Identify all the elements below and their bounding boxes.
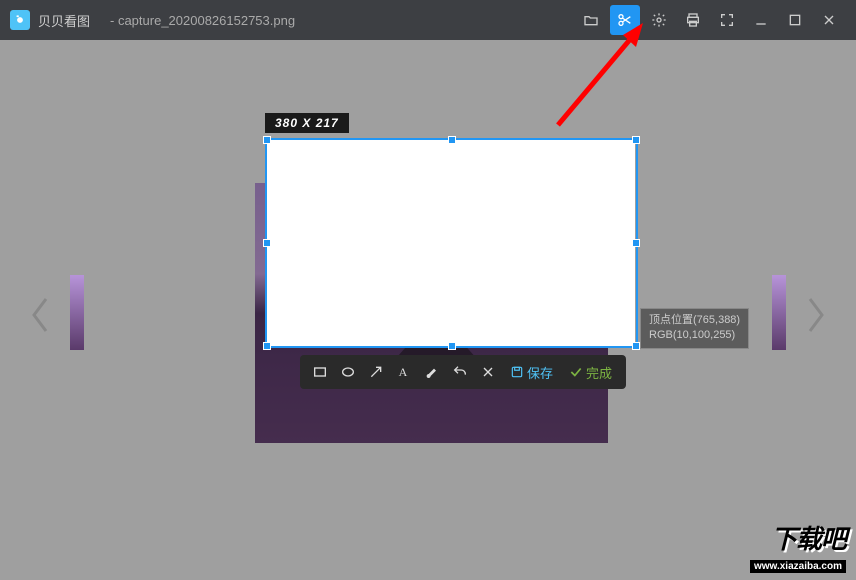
- print-button[interactable]: [678, 5, 708, 35]
- resize-handle-tr[interactable]: [632, 136, 640, 144]
- svg-text:A: A: [399, 365, 408, 379]
- minimize-button[interactable]: [746, 5, 776, 35]
- watermark-text: 下载吧: [750, 519, 846, 556]
- titlebar: 贝贝看图 - capture_20200826152753.png: [0, 0, 856, 40]
- resize-handle-bl[interactable]: [263, 342, 271, 350]
- pixel-rgb: RGB(10,100,255): [649, 328, 740, 343]
- arrow-tool-button[interactable]: [364, 360, 388, 384]
- watermark: 下载吧 www.xiazaiba.com: [750, 519, 846, 574]
- pixel-info-tooltip: 顶点位置(765,388) RGB(10,100,255): [640, 308, 749, 349]
- resize-handle-ml[interactable]: [263, 239, 271, 247]
- maximize-button[interactable]: [780, 5, 810, 35]
- prev-image-button[interactable]: [20, 290, 60, 340]
- crop-action-bar: A 保存 完成: [300, 355, 626, 389]
- save-label: 保存: [527, 363, 553, 382]
- resize-handle-bm[interactable]: [448, 342, 456, 350]
- resize-handle-tl[interactable]: [263, 136, 271, 144]
- app-icon: [10, 10, 30, 30]
- close-button[interactable]: [814, 5, 844, 35]
- cursor-position: 顶点位置(765,388): [649, 313, 740, 328]
- viewer-area: 380 X 217 顶点位置(765,388) RGB(10,100,255) …: [0, 40, 856, 580]
- rectangle-tool-button[interactable]: [308, 360, 332, 384]
- settings-button[interactable]: [644, 5, 674, 35]
- ellipse-tool-button[interactable]: [336, 360, 360, 384]
- file-name: - capture_20200826152753.png: [110, 13, 295, 28]
- crop-scissors-button[interactable]: [610, 5, 640, 35]
- done-button[interactable]: 完成: [563, 363, 618, 382]
- next-thumbnail[interactable]: [772, 275, 786, 350]
- prev-thumbnail[interactable]: [70, 275, 84, 350]
- brush-tool-button[interactable]: [420, 360, 444, 384]
- next-image-button[interactable]: [796, 290, 836, 340]
- done-label: 完成: [586, 363, 612, 382]
- open-folder-button[interactable]: [576, 5, 606, 35]
- resize-handle-tm[interactable]: [448, 136, 456, 144]
- resize-handle-mr[interactable]: [632, 239, 640, 247]
- undo-button[interactable]: [448, 360, 472, 384]
- selection-dimensions: 380 X 217: [265, 113, 349, 133]
- selection-box[interactable]: [265, 138, 638, 348]
- resize-handle-br[interactable]: [632, 342, 640, 350]
- watermark-url: www.xiazaiba.com: [750, 560, 846, 573]
- fullscreen-button[interactable]: [712, 5, 742, 35]
- app-name: 贝贝看图: [38, 11, 90, 30]
- cancel-button[interactable]: [476, 360, 500, 384]
- save-button[interactable]: 保存: [504, 363, 559, 382]
- text-tool-button[interactable]: A: [392, 360, 416, 384]
